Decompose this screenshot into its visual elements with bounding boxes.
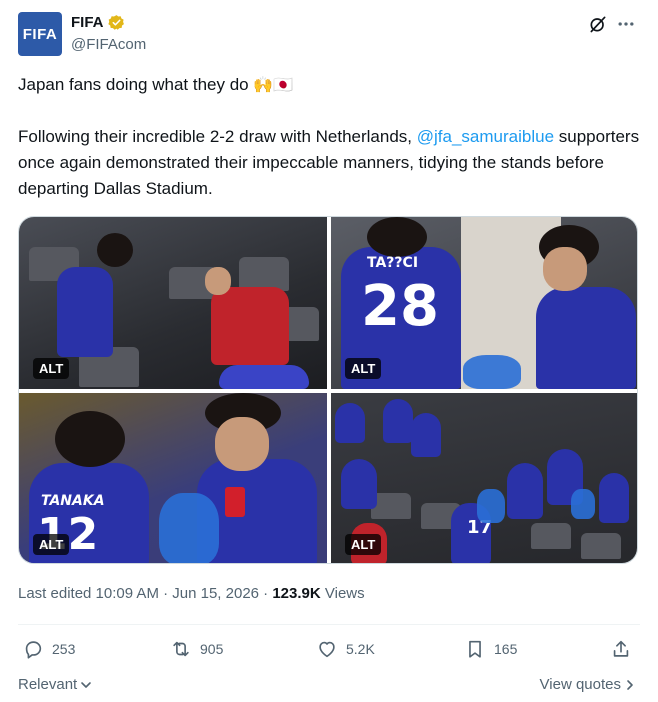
- post-text-body: Following their incredible 2-2 draw with…: [18, 124, 643, 202]
- more-icon[interactable]: [616, 14, 636, 34]
- like-icon: [319, 641, 335, 658]
- alt-badge[interactable]: ALT: [345, 534, 382, 555]
- fan-jersey: [335, 403, 365, 443]
- media-grid: ALT TA??CI 28 ALT TANAKA 12 ALT: [18, 216, 638, 564]
- emoji-text: 🙌🇯🇵: [253, 77, 294, 94]
- chevron-right-icon: [627, 679, 633, 690]
- view-quotes-label: View quotes: [539, 676, 621, 693]
- trash-bag: [159, 493, 219, 563]
- fan-head: [55, 411, 125, 467]
- fan-jersey: [599, 473, 629, 523]
- handle[interactable]: @FIFAcom: [71, 36, 146, 53]
- fan-head: [97, 233, 133, 267]
- alt-badge[interactable]: ALT: [33, 534, 70, 555]
- share-icon: [613, 640, 629, 657]
- view-quotes-link[interactable]: View quotes: [540, 676, 636, 693]
- fan-face: [215, 417, 269, 471]
- trash-bag: [477, 489, 505, 523]
- verified-badge-icon: [107, 15, 124, 30]
- post-meta: Last edited 10:09 AM · Jun 15, 2026 · 12…: [18, 585, 365, 602]
- photo-3[interactable]: TANAKA 12 ALT: [19, 393, 327, 563]
- repost-button[interactable]: 905: [170, 638, 223, 660]
- edited-timestamp[interactable]: Last edited 10:09 AM · Jun 15, 2026 ·: [18, 585, 272, 602]
- grok-icon[interactable]: [588, 14, 608, 34]
- red-cup: [225, 487, 245, 517]
- sort-label: Relevant: [18, 676, 78, 693]
- trash-bag: [571, 489, 595, 519]
- stadium-seat: [531, 523, 571, 549]
- mention-link[interactable]: @jfa_samuraiblue: [417, 127, 554, 146]
- jersey-name: TANAKA: [41, 493, 105, 509]
- fan-jersey: [341, 459, 377, 509]
- fan-face: [205, 267, 231, 295]
- jersey-name: TA??CI: [367, 255, 419, 271]
- share-button[interactable]: [610, 638, 640, 660]
- repost-icon: [173, 641, 189, 657]
- stadium-seat: [581, 533, 621, 559]
- fan-red-shirt: [211, 287, 289, 365]
- post-text-line1: Japan fans doing what they do 🙌🇯🇵: [18, 72, 293, 99]
- fan-jersey: [536, 287, 636, 389]
- post-header: FIFA FIFA @FIFAcom: [18, 12, 640, 58]
- fan-face: [543, 247, 587, 291]
- views-count: 123.9K: [272, 585, 321, 602]
- fan-jersey: [383, 399, 413, 443]
- bookmark-button[interactable]: 165: [464, 638, 517, 660]
- fan-jersey: [507, 463, 543, 519]
- reply-icon: [25, 641, 42, 659]
- fan-jersey: [411, 413, 441, 457]
- action-bar: 253 905 5.2K 165: [18, 638, 640, 666]
- reply-button[interactable]: 253: [22, 638, 75, 660]
- sort-dropdown[interactable]: Relevant: [18, 676, 92, 693]
- bookmark-icon: [469, 640, 481, 658]
- bookmark-count: 165: [494, 641, 518, 657]
- post-text-lead: Japan fans doing what they do: [18, 75, 249, 94]
- alt-badge[interactable]: ALT: [345, 358, 382, 379]
- photo-1[interactable]: ALT: [19, 217, 327, 389]
- reply-count: 253: [52, 641, 76, 657]
- photo-4[interactable]: 17 ALT: [331, 393, 637, 563]
- avatar[interactable]: FIFA: [18, 12, 62, 56]
- jersey-number: 28: [361, 274, 439, 339]
- like-count: 5.2K: [346, 641, 375, 657]
- photo-2[interactable]: TA??CI 28 ALT: [331, 217, 637, 389]
- fan-head: [367, 217, 427, 257]
- trash-bag: [463, 355, 521, 389]
- body-before-mention: Following their incredible 2-2 draw with…: [18, 127, 417, 146]
- divider: [18, 624, 640, 625]
- stadium-seat: [371, 493, 411, 519]
- views-label: Views: [320, 585, 365, 602]
- chevron-down-icon: [81, 681, 92, 688]
- fan-jersey: [219, 365, 309, 389]
- display-name[interactable]: FIFA: [71, 14, 104, 31]
- stadium-seat: [239, 257, 289, 291]
- fan-jersey: [57, 267, 113, 357]
- like-button[interactable]: 5.2K: [316, 638, 375, 660]
- alt-badge[interactable]: ALT: [33, 358, 70, 379]
- repost-count: 905: [200, 641, 224, 657]
- name-row: FIFA: [71, 14, 125, 31]
